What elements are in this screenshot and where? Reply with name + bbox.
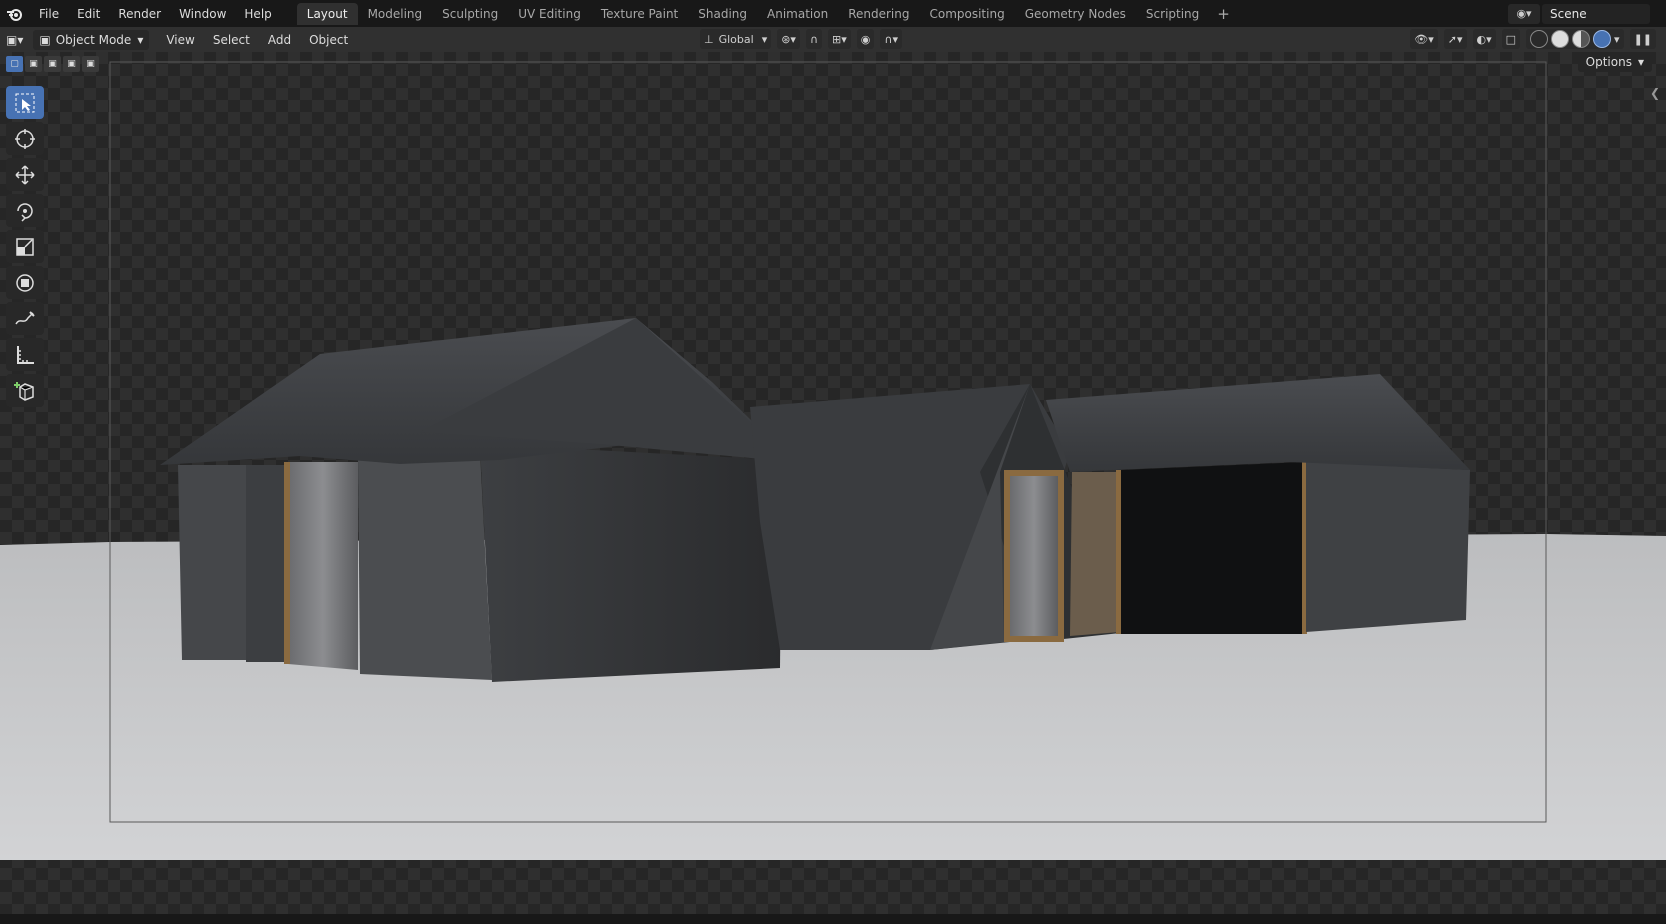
tab-modeling[interactable]: Modeling (358, 3, 433, 25)
scale-tool[interactable] (6, 230, 44, 263)
material-shading-icon[interactable] (1572, 30, 1591, 48)
workspace-tabs: Layout Modeling Sculpting UV Editing Tex… (296, 2, 1238, 25)
select-box-icon (15, 93, 35, 112)
snap-toggle-icon[interactable]: ∩ (805, 29, 823, 49)
chevron-down-icon[interactable]: ▾ (1614, 33, 1620, 46)
selection-mode-buttons: ▢ ▣ ▣ ▣ ▣ (6, 56, 99, 72)
add-workspace-button[interactable]: + (1209, 5, 1238, 23)
3d-viewport[interactable]: ▢ ▣ ▣ ▣ ▣ Options ▾ ❮ (0, 52, 1666, 914)
scene-name-field[interactable]: Scene (1542, 3, 1650, 24)
rendered-scene (0, 61, 1666, 860)
tab-rendering[interactable]: Rendering (838, 3, 919, 25)
tab-scripting[interactable]: Scripting (1136, 3, 1209, 25)
select-intersect-icon[interactable]: ▣ (82, 56, 99, 72)
transform-tool[interactable] (6, 266, 44, 299)
tab-uv-editing[interactable]: UV Editing (508, 3, 591, 25)
xray-icon[interactable]: □ (1501, 29, 1521, 49)
select-box-tool[interactable] (6, 86, 44, 119)
status-bar (0, 914, 1666, 924)
move-tool[interactable] (6, 158, 44, 191)
rendered-shading-icon[interactable] (1593, 30, 1612, 48)
pause-render-icon[interactable]: ❚❚ (1629, 29, 1656, 49)
wireframe-shading-icon[interactable] (1530, 30, 1549, 48)
chevron-down-icon: ▾ (761, 32, 768, 46)
add-cube-icon (14, 381, 34, 401)
select-subtract-icon[interactable]: ▣ (44, 56, 61, 72)
tab-compositing[interactable]: Compositing (919, 3, 1014, 25)
gizmo-icon[interactable]: ➚▾ (1443, 29, 1467, 49)
solid-shading-icon[interactable] (1551, 30, 1570, 48)
scene-browse-icon[interactable]: ◉▾ (1508, 3, 1540, 24)
menu-object[interactable]: Object (300, 33, 357, 47)
object-mode-label: Object Mode (55, 32, 132, 47)
cursor-icon (15, 128, 35, 149)
visibility-icon[interactable]: 👁▾ (1410, 29, 1438, 49)
menu-help[interactable]: Help (235, 3, 280, 25)
measure-tool[interactable] (6, 338, 44, 371)
chevron-down-icon: ▾ (137, 32, 144, 47)
select-extend-icon[interactable]: ▣ (25, 56, 42, 72)
shading-modes: ▾ (1526, 29, 1624, 49)
menu-edit[interactable]: Edit (68, 3, 109, 25)
scene-selector: ◉▾ Scene (1508, 2, 1666, 25)
add-cube-tool[interactable] (6, 374, 44, 407)
tab-texture-paint[interactable]: Texture Paint (591, 3, 688, 25)
cursor-tool[interactable] (6, 122, 44, 155)
rotate-tool[interactable] (6, 194, 44, 227)
orientation-icon: ⊥ (704, 32, 714, 46)
tab-animation[interactable]: Animation (757, 3, 838, 25)
annotate-tool[interactable] (6, 302, 44, 335)
select-new-icon[interactable]: ▢ (6, 56, 23, 72)
viewport-menus: View Select Add Object (157, 33, 357, 47)
rotate-icon (17, 202, 33, 222)
menu-select[interactable]: Select (204, 33, 259, 47)
menu-add[interactable]: Add (259, 33, 300, 47)
overlays-icon[interactable]: ◐▾ (1472, 29, 1496, 49)
editor-type-icon[interactable]: ▣▾ (0, 30, 29, 50)
object-mode-icon: ▣ (39, 32, 51, 47)
transform-tools: ⊥ Global ▾ ⊛▾ ∩ ⊞▾ ◉ ∩▾ (700, 29, 902, 49)
snap-target-icon[interactable]: ⊞▾ (828, 29, 851, 49)
options-label: Options (1585, 55, 1632, 69)
viewport-header: ▣▾ ▣ Object Mode ▾ View Select Add Objec… (0, 27, 1666, 52)
pivot-point-icon[interactable]: ⊛▾ (777, 29, 800, 49)
main-menu: File Edit Render Window Help (30, 3, 281, 25)
menu-view[interactable]: View (157, 33, 203, 47)
menu-file[interactable]: File (30, 3, 68, 25)
proportional-edit-icon[interactable]: ◉ (856, 29, 875, 49)
viewport-display-tools: 👁▾ ➚▾ ◐▾ □ ▾ ❚❚ (1410, 29, 1656, 49)
measure-icon (17, 345, 34, 364)
sidebar-toggle-icon[interactable]: ❮ (1650, 86, 1660, 100)
tab-geometry-nodes[interactable]: Geometry Nodes (1015, 3, 1136, 25)
tab-layout[interactable]: Layout (296, 2, 358, 25)
falloff-icon[interactable]: ∩▾ (880, 29, 902, 49)
tab-shading[interactable]: Shading (688, 3, 757, 25)
menu-window[interactable]: Window (170, 3, 235, 25)
tab-sculpting[interactable]: Sculpting (432, 3, 508, 25)
tent-left (160, 318, 794, 682)
blender-logo-icon[interactable] (0, 0, 30, 27)
transform-icon (16, 273, 34, 292)
scale-icon (16, 237, 34, 256)
transform-orientation-dropdown[interactable]: ⊥ Global ▾ (700, 29, 772, 49)
tent-right (1046, 374, 1470, 636)
orientation-label: Global (718, 32, 754, 46)
topbar: File Edit Render Window Help Layout Mode… (0, 0, 1666, 27)
select-invert-icon[interactable]: ▣ (63, 56, 80, 72)
menu-render[interactable]: Render (109, 3, 170, 25)
options-dropdown[interactable]: Options ▾ (1577, 52, 1652, 72)
move-icon (15, 164, 35, 185)
object-mode-dropdown[interactable]: ▣ Object Mode ▾ (33, 29, 150, 50)
tool-shelf (6, 86, 46, 407)
annotate-icon (15, 310, 35, 324)
chevron-down-icon: ▾ (1637, 55, 1644, 69)
